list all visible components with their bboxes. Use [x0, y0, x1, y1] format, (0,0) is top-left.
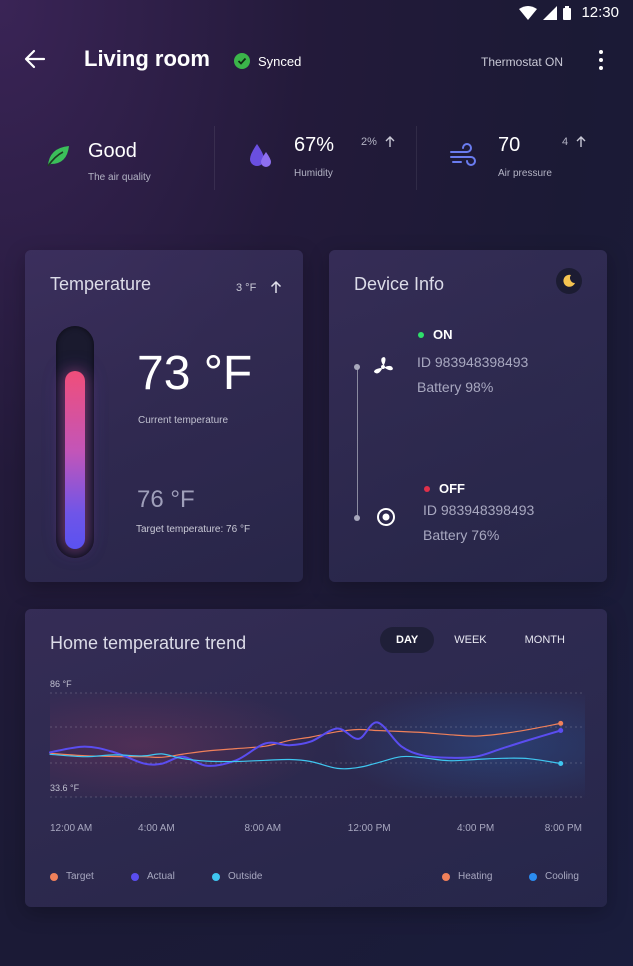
check-circle-icon [234, 53, 250, 69]
x-tick-label: 12:00 PM [348, 823, 391, 834]
card-title: Device Info [354, 274, 445, 294]
leaf-icon [47, 146, 69, 167]
legend-dot [50, 872, 58, 881]
temperature-delta: 3 °F [236, 281, 282, 294]
night-mode-button[interactable] [556, 268, 582, 294]
legend-dot [529, 872, 537, 881]
status-bar: 12:30 [0, 0, 633, 26]
device-state: OFF [424, 481, 465, 496]
stat-label: Air pressure [498, 168, 552, 179]
legend-label: Target [66, 871, 94, 882]
legend-label: Heating [458, 871, 493, 882]
connector-node [354, 515, 360, 521]
connector-node [354, 364, 360, 370]
y-tick-label: 86 °F [50, 679, 72, 689]
status-dot [418, 331, 424, 338]
series-end-point-actual [558, 728, 564, 734]
device-state: ON [418, 327, 453, 342]
temperature-trend-card: Home temperature trend DAY WEEK MONTH 86… [25, 609, 607, 907]
arrow-up-icon [576, 136, 586, 147]
divider [416, 126, 417, 190]
trend-chart: 86 °F 33.6 °F 12:00 AM 4:00 AM 8:00 AM 12:00 … [49, 679, 585, 834]
x-tick-label: 8:00 AM [244, 823, 281, 834]
device-info-card: Device Info ON ID 983948398493 Battery 9… [329, 250, 607, 582]
more-vertical-icon [599, 50, 603, 54]
water-drops-icon [250, 144, 271, 167]
legend-outside: Outside [212, 871, 262, 882]
legend-dot [131, 872, 139, 881]
legend-heating: Heating [442, 871, 492, 882]
legend-label: Actual [147, 871, 175, 882]
signal-icon [543, 5, 558, 20]
stat-value: Good [88, 140, 137, 162]
stat-air-pressure: 70 Air pressure 4 [449, 126, 609, 190]
device-battery: Battery 76% [423, 527, 500, 543]
app-header: Living room Synced Thermostat ON [0, 40, 633, 80]
card-title: Temperature [50, 274, 152, 294]
delta-value: 4 [562, 136, 569, 148]
device-battery: Battery 98% [417, 379, 494, 395]
legend-cooling: Cooling [529, 871, 579, 882]
arrow-left-icon [24, 49, 46, 69]
stats-row: Good The air quality 67% Humidity 2% 70 … [0, 126, 633, 190]
stat-delta: 4 [562, 136, 586, 148]
y-tick-label: 33.6 °F [50, 783, 80, 793]
moon-icon [563, 274, 575, 287]
legend-dot [212, 872, 220, 881]
legend-actual: Actual [131, 871, 175, 882]
device-state-label: OFF [439, 481, 465, 496]
legend-label: Outside [228, 871, 263, 882]
wind-icon [450, 143, 476, 166]
stat-value: 70 [498, 134, 521, 156]
stat-label: Humidity [294, 168, 333, 179]
stat-humidity: 67% Humidity 2% [246, 126, 406, 190]
target-temperature-label: Target temperature: 76 °F [136, 524, 251, 535]
battery-icon [563, 5, 572, 20]
sync-label: Synced [258, 53, 302, 69]
thermometer [56, 326, 94, 558]
x-tick-label: 12:00 AM [50, 823, 92, 834]
device-connector-line [357, 367, 358, 519]
wifi-icon [519, 5, 538, 20]
series-end-point-target [558, 720, 564, 726]
stat-label: The air quality [88, 172, 151, 183]
back-button[interactable] [24, 48, 50, 70]
legend-dot [442, 872, 450, 881]
stat-delta: 2% [361, 136, 395, 148]
current-temperature: 73 °F [137, 347, 253, 400]
cooling-zone [305, 693, 585, 797]
more-options-button[interactable] [594, 50, 608, 70]
x-tick-label: 4:00 AM [138, 823, 175, 834]
stat-value: 67% [294, 134, 335, 156]
status-icons: 12:30 [519, 4, 619, 21]
page-title: Living room [84, 46, 210, 71]
device-state-label: ON [433, 327, 453, 342]
thermostat-status: Thermostat ON [481, 55, 564, 69]
fan-icon [374, 357, 393, 374]
temperature-card: Temperature 3 °F 73 °F Current temperatu… [25, 250, 303, 582]
thermometer-fill [65, 371, 85, 549]
delta-value: 3 °F [236, 281, 257, 294]
target-icon [377, 508, 395, 526]
legend-label: Cooling [545, 871, 579, 882]
arrow-up-icon [385, 136, 395, 147]
stat-air-quality: Good The air quality [45, 126, 205, 190]
status-dot [424, 485, 430, 492]
x-tick-label: 4:00 PM [457, 823, 494, 834]
target-temperature: 76 °F [137, 486, 195, 513]
x-tick-label: 8:00 PM [545, 823, 582, 834]
arrow-up-icon [271, 281, 282, 293]
clock-time: 12:30 [581, 4, 619, 21]
divider [214, 126, 215, 190]
series-end-point-outside [558, 760, 564, 766]
device-id: ID 983948398493 [423, 502, 535, 518]
sync-status: Synced [234, 53, 301, 69]
delta-value: 2% [361, 136, 377, 148]
current-temperature-label: Current temperature [138, 415, 229, 426]
device-id: ID 983948398493 [417, 354, 529, 370]
legend-target: Target [50, 871, 94, 882]
